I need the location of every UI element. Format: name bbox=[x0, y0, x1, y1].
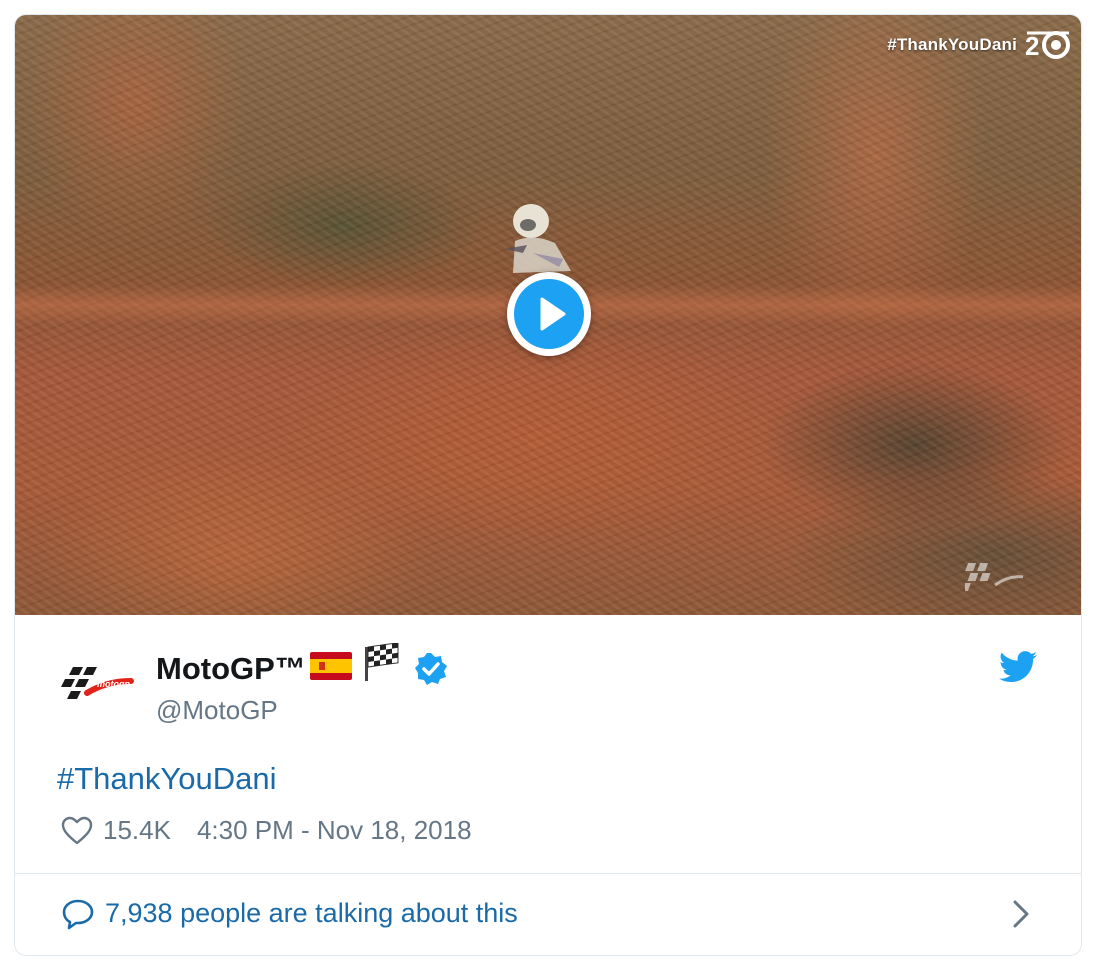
svg-text:2: 2 bbox=[1025, 31, 1039, 61]
spain-flag-icon bbox=[309, 652, 352, 680]
play-button[interactable] bbox=[507, 272, 591, 356]
tweet-hashtag-link[interactable]: #ThankYouDani bbox=[57, 761, 276, 797]
motogp-avatar[interactable]: motogp bbox=[57, 651, 137, 711]
chevron-right-icon[interactable] bbox=[1011, 899, 1031, 929]
heart-icon[interactable] bbox=[61, 816, 93, 846]
like-count[interactable]: 15.4K bbox=[103, 815, 171, 846]
embedded-tweet-card: #ThankYouDani 2 motogp MotoGP™ @MotoGP #… bbox=[14, 14, 1082, 956]
play-button-circle bbox=[514, 279, 584, 349]
play-icon bbox=[540, 297, 566, 331]
conversation-count-text[interactable]: 7,938 people are talking about this bbox=[105, 898, 518, 929]
motogp-watermark-icon bbox=[965, 563, 1024, 591]
twitter-bird-icon[interactable] bbox=[999, 651, 1037, 683]
speech-bubble-icon bbox=[62, 899, 94, 930]
user-handle[interactable]: @MotoGP bbox=[156, 695, 278, 726]
conversation-link[interactable]: 7,938 people are talking about this bbox=[15, 874, 1081, 955]
video-player[interactable]: #ThankYouDani 2 bbox=[15, 15, 1081, 615]
verified-badge-icon bbox=[414, 653, 447, 685]
anniversary-badge-icon: 2 bbox=[1025, 31, 1070, 61]
checkered-flag-icon bbox=[364, 643, 399, 681]
svg-text:motogp: motogp bbox=[97, 679, 130, 689]
display-name[interactable]: MotoGP™ bbox=[156, 651, 306, 687]
video-hashtag-overlay: #ThankYouDani bbox=[887, 35, 1017, 54]
tweet-timestamp[interactable]: 4:30 PM - Nov 18, 2018 bbox=[197, 815, 472, 846]
tweet-meta: 15.4K 4:30 PM - Nov 18, 2018 bbox=[61, 815, 472, 846]
author-name-row[interactable]: MotoGP™ bbox=[156, 643, 448, 689]
tweet-body: motogp MotoGP™ @MotoGP #ThankYouDani 15.… bbox=[15, 615, 1081, 873]
